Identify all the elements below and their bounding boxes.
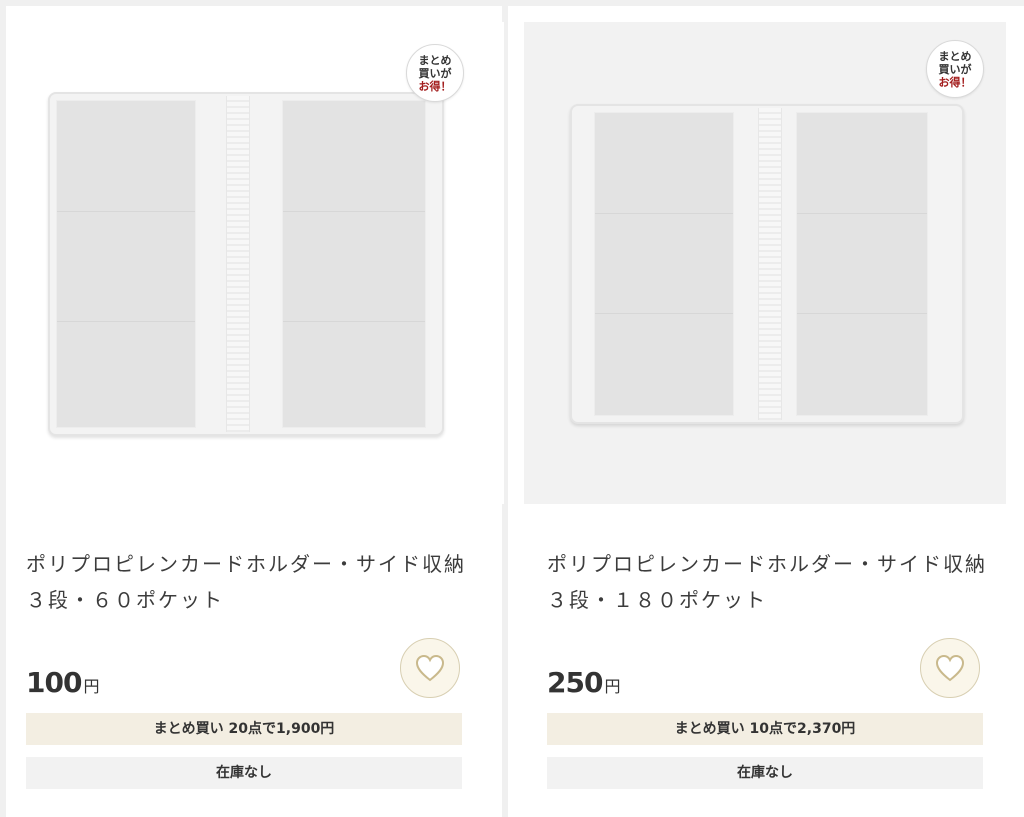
product-grid: まとめ 買いが お得！ ポリプロピレンカードホルダー・サイド収納 ３段・６０ポケ… (0, 0, 1024, 817)
product-image[interactable]: まとめ 買いが お得！ (22, 22, 504, 504)
product-price: 250 円 (547, 666, 620, 699)
price-currency: 円 (604, 677, 621, 696)
stock-status: 在庫なし (26, 757, 462, 789)
badge-line1: まとめ (938, 50, 972, 63)
product-image[interactable]: まとめ 買いが お得！ (524, 22, 1006, 504)
card-holder-illustration (570, 104, 964, 424)
badge-line2: 買いが (418, 67, 452, 80)
favorite-button[interactable] (920, 638, 980, 698)
bulk-buy-button[interactable]: まとめ買い 10点で2,370円 (547, 713, 983, 745)
badge-line3: お得！ (938, 76, 972, 89)
bulk-discount-badge: まとめ 買いが お得！ (926, 40, 984, 98)
favorite-button[interactable] (400, 638, 460, 698)
heart-icon (935, 654, 965, 682)
product-card[interactable]: まとめ 買いが お得！ ポリプロピレンカードホルダー・サイド収納 ３段・１８０ポ… (508, 6, 1024, 817)
card-holder-illustration (48, 92, 444, 436)
bulk-discount-badge: まとめ 買いが お得！ (406, 44, 464, 102)
bulk-buy-button[interactable]: まとめ買い 20点で1,900円 (26, 713, 462, 745)
price-currency: 円 (83, 677, 100, 696)
price-value: 100 (26, 666, 82, 699)
badge-line1: まとめ (418, 54, 452, 67)
stock-status: 在庫なし (547, 757, 983, 789)
badge-line2: 買いが (938, 63, 972, 76)
product-card[interactable]: まとめ 買いが お得！ ポリプロピレンカードホルダー・サイド収納 ３段・６０ポケ… (6, 6, 504, 817)
price-value: 250 (547, 666, 603, 699)
product-price: 100 円 (26, 666, 99, 699)
product-title[interactable]: ポリプロピレンカードホルダー・サイド収納 ３段・１８０ポケット (547, 546, 1007, 618)
product-title[interactable]: ポリプロピレンカードホルダー・サイド収納 ３段・６０ポケット (26, 546, 486, 618)
badge-line3: お得！ (418, 80, 452, 93)
heart-icon (415, 654, 445, 682)
